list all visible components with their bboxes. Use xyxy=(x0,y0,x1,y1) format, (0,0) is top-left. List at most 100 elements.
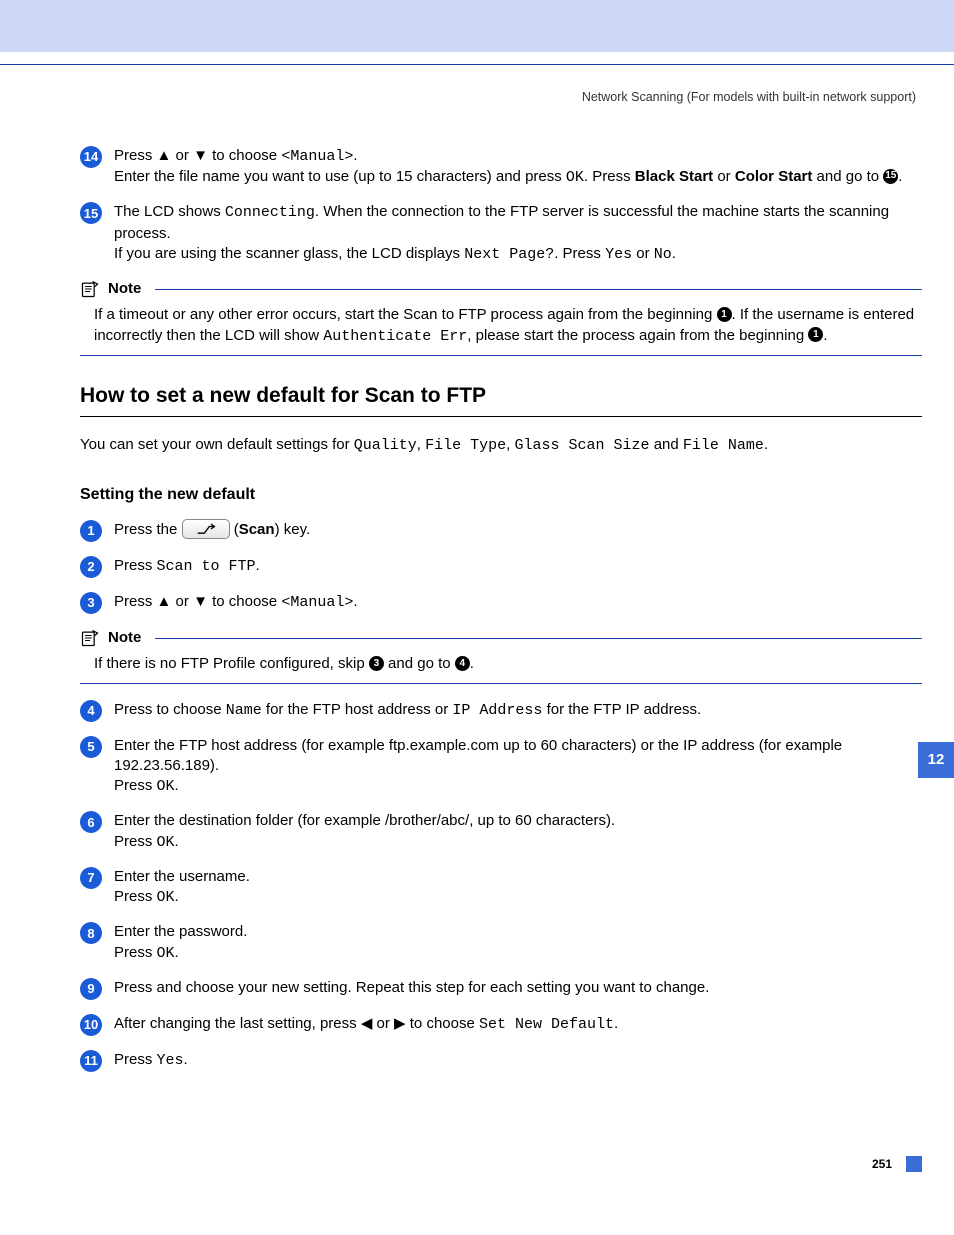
text: . xyxy=(175,833,179,850)
text: ( xyxy=(230,521,239,538)
up-arrow-icon: ▲ xyxy=(157,593,172,610)
note-1-end-rule xyxy=(80,355,922,356)
note-1: Note If a timeout or any other error occ… xyxy=(80,279,922,356)
step-9: 9 Press and choose your new setting. Rep… xyxy=(80,978,922,1000)
step-badge-4: 4 xyxy=(80,700,102,722)
text: or xyxy=(171,147,193,164)
text: Press xyxy=(114,147,157,164)
step-3: 3 Press ▲ or ▼ to choose <Manual>. xyxy=(80,592,922,614)
text: and go to xyxy=(812,168,883,185)
note-1-title: Note xyxy=(108,279,141,299)
text: Press xyxy=(114,944,157,961)
step-badge-14: 14 xyxy=(80,146,102,168)
step-badge-10: 10 xyxy=(80,1014,102,1036)
ref-badge-15: 15 xyxy=(883,169,898,184)
step-15: 15 The LCD shows Connecting. When the co… xyxy=(80,202,922,265)
section-underline xyxy=(80,416,922,417)
yes-literal: Yes xyxy=(605,246,632,263)
page-number: 251 xyxy=(872,1156,892,1172)
color-start-label: Color Start xyxy=(735,168,813,185)
ok-literal: OK xyxy=(566,169,584,186)
text: Enter the password. xyxy=(114,923,247,940)
step-badge-7: 7 xyxy=(80,867,102,889)
step-badge-3: 3 xyxy=(80,592,102,614)
scan-key-icon xyxy=(182,519,230,539)
step-1-body: Press the (Scan) key. xyxy=(114,520,922,542)
text: Press xyxy=(114,888,157,905)
no-literal: No xyxy=(654,246,672,263)
step-8-body: Enter the password. Press OK. xyxy=(114,922,922,964)
page-content: Network Scanning (For models with built-… xyxy=(0,89,954,1224)
nextpage-literal: Next Page? xyxy=(464,246,554,263)
text: , xyxy=(417,436,425,453)
yes-literal: Yes xyxy=(157,1052,184,1069)
note-1-body: If a timeout or any other error occurs, … xyxy=(94,305,918,347)
step-1: 1 Press the (Scan) key. xyxy=(80,520,922,542)
step-10-body: After changing the last setting, press ◀… xyxy=(114,1014,922,1036)
text: or xyxy=(171,593,193,610)
down-arrow-icon: ▼ xyxy=(193,593,208,610)
ok-literal: OK xyxy=(157,778,175,795)
text: Press to choose xyxy=(114,701,226,718)
text: for the FTP host address or xyxy=(262,701,453,718)
text: , please start the process again from th… xyxy=(467,327,808,344)
section-title: How to set a new default for Scan to FTP xyxy=(80,382,922,416)
text: . xyxy=(470,655,474,672)
auth-err-literal: Authenticate Err xyxy=(323,328,467,345)
step-15-body: The LCD shows Connecting. When the conne… xyxy=(114,202,922,265)
step-2: 2 Press Scan to FTP. xyxy=(80,556,922,578)
chapter-tab: 12 xyxy=(918,742,954,778)
text: Press xyxy=(114,1051,157,1068)
step-14: 14 Press ▲ or ▼ to choose <Manual>. Ente… xyxy=(80,146,922,189)
scan-label: Scan xyxy=(239,521,275,538)
text: . xyxy=(353,147,357,164)
scan-to-ftp-literal: Scan to FTP xyxy=(157,558,256,575)
step-6: 6 Enter the destination folder (for exam… xyxy=(80,811,922,853)
text: . xyxy=(764,436,768,453)
text: If you are using the scanner glass, the … xyxy=(114,245,464,262)
step-14-body: Press ▲ or ▼ to choose <Manual>. Enter t… xyxy=(114,146,922,189)
text: . Press xyxy=(584,168,635,185)
ref-badge-4: 4 xyxy=(455,656,470,671)
text: Press xyxy=(114,557,157,574)
note-2-end-rule xyxy=(80,683,922,684)
subheading: Setting the new default xyxy=(80,484,922,506)
text: . xyxy=(175,777,179,794)
step-badge-8: 8 xyxy=(80,922,102,944)
text: or xyxy=(713,168,735,185)
text: If a timeout or any other error occurs, … xyxy=(94,306,717,323)
step-5: 5 Enter the FTP host address (for exampl… xyxy=(80,736,922,798)
text: to choose xyxy=(208,147,281,164)
note-1-head: Note xyxy=(80,279,922,299)
text: Press xyxy=(114,833,157,850)
text: Enter the file name you want to use (up … xyxy=(114,168,566,185)
text: Press xyxy=(114,777,157,794)
text: . xyxy=(175,944,179,961)
text: , xyxy=(506,436,514,453)
text: and xyxy=(650,436,683,453)
note-rule-icon xyxy=(155,289,922,290)
step-9-body: Press and choose your new setting. Repea… xyxy=(114,978,922,1000)
note-rule-icon xyxy=(155,638,922,639)
text: . xyxy=(614,1015,618,1032)
text: and go to xyxy=(384,655,455,672)
filename-literal: File Name xyxy=(683,437,764,454)
text: or xyxy=(372,1015,394,1032)
note-icon xyxy=(80,628,100,648)
quality-literal: Quality xyxy=(354,437,417,454)
ip-address-literal: IP Address xyxy=(452,702,542,719)
text: to choose xyxy=(208,593,281,610)
text: . xyxy=(823,327,827,344)
glasssize-literal: Glass Scan Size xyxy=(515,437,650,454)
connecting-literal: Connecting xyxy=(225,204,315,221)
step-8: 8 Enter the password. Press OK. xyxy=(80,922,922,964)
chapter-header: Network Scanning (For models with built-… xyxy=(80,89,916,106)
note-2-body: If there is no FTP Profile configured, s… xyxy=(94,654,918,674)
text: . xyxy=(256,557,260,574)
text: for the FTP IP address. xyxy=(542,701,701,718)
text: Press and choose your new setting. Repea… xyxy=(114,979,709,996)
ref-badge-1a: 1 xyxy=(717,307,732,322)
text: . xyxy=(353,593,357,610)
text: After changing the last setting, press xyxy=(114,1015,361,1032)
text: Enter the username. xyxy=(114,868,250,885)
